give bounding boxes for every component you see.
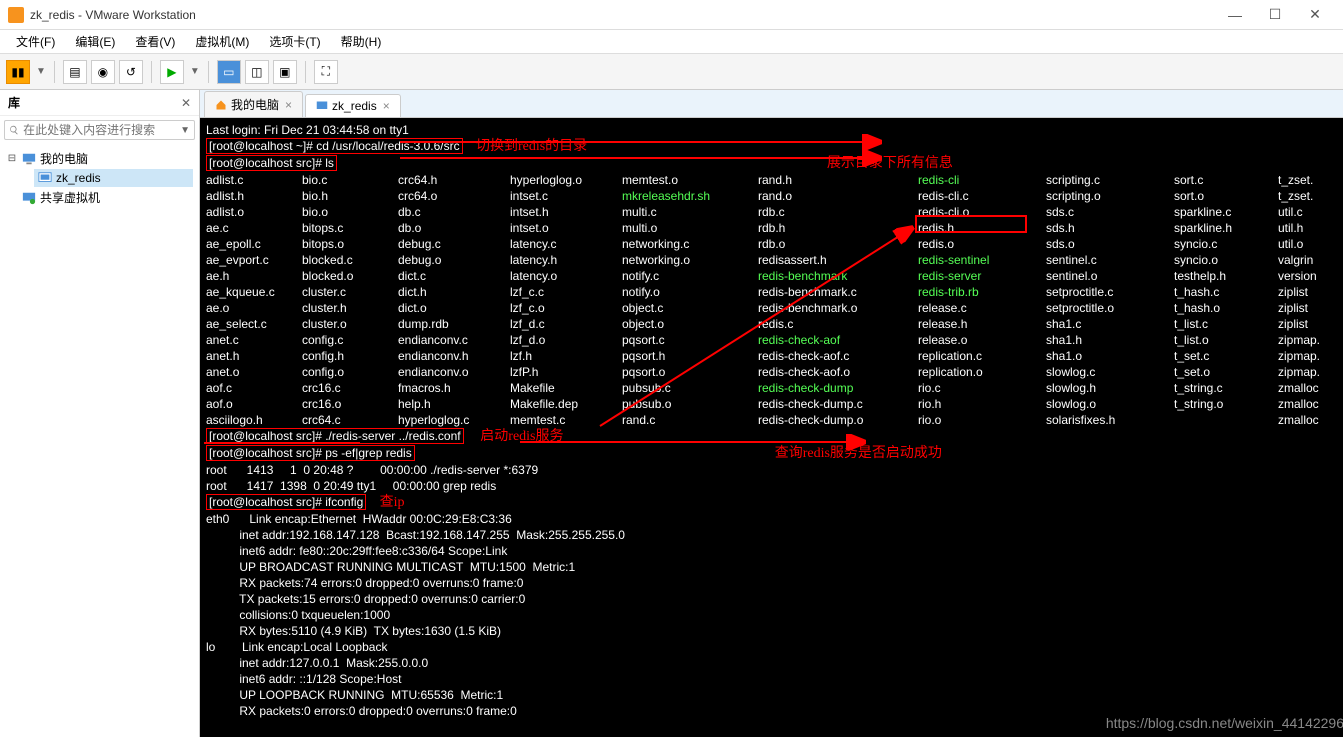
menu-view[interactable]: 查看(V)	[125, 33, 185, 50]
tree-label: zk_redis	[56, 171, 101, 185]
tree-shared-vms[interactable]: 共享虚拟机	[6, 187, 193, 208]
unity-button[interactable]: ◫	[245, 60, 269, 84]
fullscreen-button[interactable]: ▭	[217, 60, 241, 84]
tree-my-computer[interactable]: ⊟ 我的电脑	[6, 148, 193, 169]
maximize-button[interactable]: ☐	[1255, 6, 1295, 23]
dropdown-icon[interactable]: ▼	[180, 125, 190, 136]
titlebar: zk_redis - VMware Workstation — ☐ ✕	[0, 0, 1343, 30]
power-button[interactable]: ▶	[160, 60, 184, 84]
search-box[interactable]: ▼	[4, 120, 195, 140]
terminal[interactable]: Last login: Fri Dec 21 03:44:58 on tty1[…	[200, 118, 1343, 737]
vm-icon	[38, 171, 52, 185]
tree-label: 我的电脑	[40, 150, 88, 167]
shared-icon	[22, 191, 36, 205]
toolbar: ▮▮ ▼ ▤ ◉ ↺ ▶ ▼ ▭ ◫ ▣ ⛶	[0, 54, 1343, 90]
stretch-button[interactable]: ⛶	[314, 60, 338, 84]
computer-icon	[22, 152, 36, 166]
menu-edit[interactable]: 编辑(E)	[65, 33, 125, 50]
app-icon	[8, 7, 24, 23]
dropdown-icon[interactable]: ▼	[36, 66, 46, 77]
tab-label: 我的电脑	[231, 96, 279, 113]
sidebar-close-icon[interactable]: ✕	[181, 96, 191, 110]
window-title: zk_redis - VMware Workstation	[30, 8, 1215, 22]
close-button[interactable]: ✕	[1295, 6, 1335, 23]
tree-label: 共享虚拟机	[40, 189, 100, 206]
search-input[interactable]	[23, 123, 178, 137]
library-button[interactable]: ▮▮	[6, 60, 30, 84]
home-icon	[215, 99, 227, 111]
minimize-button[interactable]: —	[1215, 7, 1255, 23]
tab-close-icon[interactable]: ×	[383, 99, 390, 113]
thumbnail-button[interactable]: ▤	[63, 60, 87, 84]
menu-help[interactable]: 帮助(H)	[331, 33, 392, 50]
menu-tabs[interactable]: 选项卡(T)	[259, 33, 330, 50]
tab-home[interactable]: 我的电脑 ×	[204, 91, 303, 117]
tree-vm-zkredis[interactable]: zk_redis	[34, 169, 193, 187]
tab-label: zk_redis	[332, 99, 377, 113]
library-tree: ⊟ 我的电脑 zk_redis 共享虚拟机	[0, 144, 199, 737]
watermark: https://blog.csdn.net/weixin_44142296	[1106, 715, 1343, 731]
menubar: 文件(F) 编辑(E) 查看(V) 虚拟机(M) 选项卡(T) 帮助(H)	[0, 30, 1343, 54]
menu-vm[interactable]: 虚拟机(M)	[185, 33, 259, 50]
console-button[interactable]: ▣	[273, 60, 297, 84]
tab-vm[interactable]: zk_redis ×	[305, 94, 401, 117]
revert-button[interactable]: ↺	[119, 60, 143, 84]
menu-file[interactable]: 文件(F)	[6, 33, 65, 50]
snapshot-button[interactable]: ◉	[91, 60, 115, 84]
search-icon	[9, 123, 19, 137]
vm-icon	[316, 100, 328, 112]
tab-close-icon[interactable]: ×	[285, 98, 292, 112]
sidebar-title: 库	[8, 94, 181, 111]
dropdown-icon[interactable]: ▼	[190, 66, 200, 77]
sidebar: 库 ✕ ▼ ⊟ 我的电脑 zk_redis 共享虚拟机	[0, 90, 200, 737]
content-tabs: 我的电脑 × zk_redis ×	[200, 90, 1343, 118]
